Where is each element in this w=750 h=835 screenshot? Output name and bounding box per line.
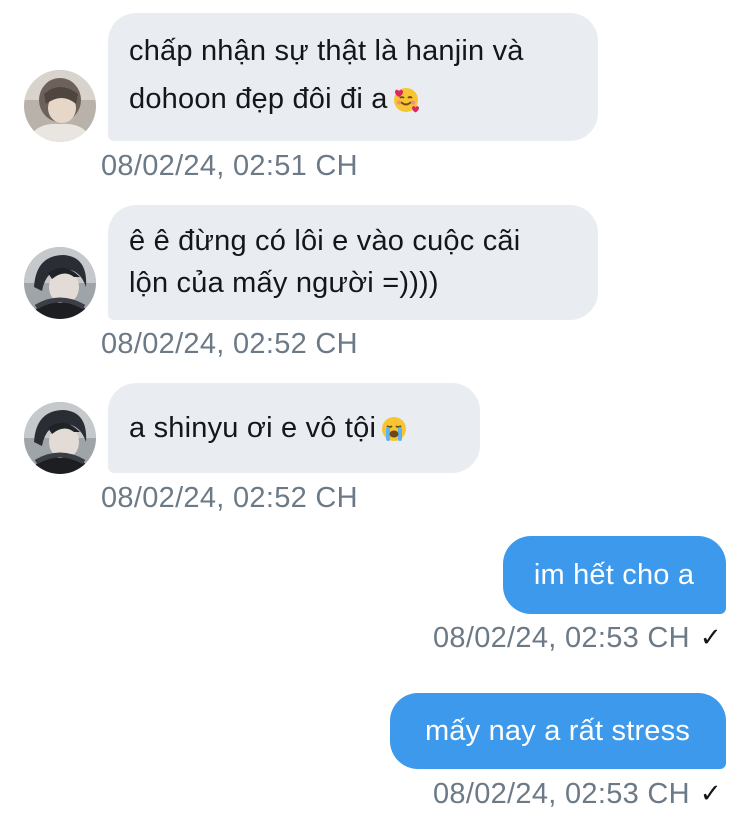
message-text-line: lộn của mấy người =)))): [129, 267, 439, 299]
smiling-face-with-hearts-icon: [392, 81, 420, 129]
message-timestamp: 08/02/24, 02:51 CH: [101, 150, 358, 182]
message-text-line: a shinyu ơi e vô tội: [129, 397, 458, 465]
avatar[interactable]: [24, 402, 96, 474]
message-text-line: chấp nhận sự thật là hanjin và: [129, 35, 524, 67]
avatar[interactable]: [24, 70, 96, 142]
message-text-line: mấy nay a rất stress: [424, 715, 691, 747]
checkmark-icon: ✓: [699, 622, 722, 652]
message-text-line: ê ê đừng có lôi e vào cuộc cãi: [129, 225, 521, 257]
message-timestamp: 08/02/24, 02:52 CH: [101, 482, 358, 514]
message-timestamp: 08/02/24, 02:53 CH ✓: [432, 778, 722, 810]
checkmark-icon: ✓: [699, 778, 722, 808]
avatar[interactable]: [24, 247, 96, 319]
message-timestamp: 08/02/24, 02:52 CH: [101, 328, 358, 360]
message-bubble-incoming[interactable]: a shinyu ơi e vô tội: [108, 383, 480, 473]
profile-photo-icon: [24, 70, 96, 142]
loudly-crying-face-icon: [380, 403, 408, 465]
profile-photo-icon: [24, 247, 96, 319]
message-bubble-outgoing[interactable]: im hết cho a: [503, 536, 726, 614]
message-timestamp: 08/02/24, 02:53 CH ✓: [432, 622, 722, 654]
message-bubble-outgoing[interactable]: mấy nay a rất stress: [390, 693, 726, 769]
message-bubble-incoming[interactable]: chấp nhận sự thật là hanjin và dohoon đẹ…: [108, 13, 598, 141]
message-text-line: dohoon đẹp đôi đi a: [129, 75, 576, 129]
profile-photo-icon: [24, 402, 96, 474]
message-bubble-incoming[interactable]: ê ê đừng có lôi e vào cuộc cãi lộn của m…: [108, 205, 598, 320]
message-text-line: im hết cho a: [533, 559, 695, 591]
